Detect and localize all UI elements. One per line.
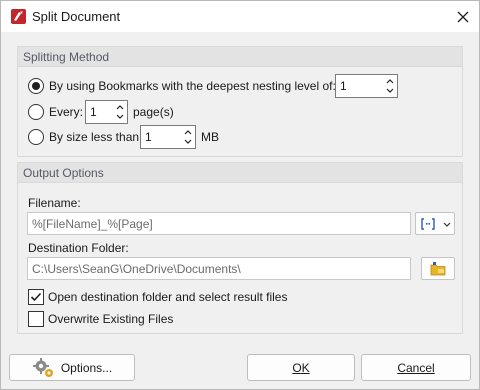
pages-value: 1	[90, 105, 97, 119]
radio-every[interactable]	[28, 104, 44, 120]
filename-field[interactable]: %[FileName]_%[Page]	[27, 212, 411, 235]
splitting-method-heading: Splitting Method	[18, 47, 462, 67]
stepper-arrows-icon[interactable]	[115, 103, 125, 121]
cancel-button-label: Cancel	[397, 360, 435, 375]
output-options-group: Output Options Filename: %[FileName]_%[P…	[17, 162, 463, 334]
filename-value: %[FileName]_%[Page]	[32, 217, 153, 231]
open-folder-label: Open destination folder and select resul…	[48, 290, 288, 304]
size-stepper[interactable]: 1	[140, 125, 196, 149]
filename-label: Filename:	[28, 196, 81, 210]
size-label: By size less than:	[49, 130, 143, 144]
nesting-level-stepper[interactable]: 1	[335, 74, 398, 98]
nesting-level-value: 1	[340, 79, 347, 93]
ok-button-label: OK	[292, 360, 310, 375]
folder-icon	[430, 262, 446, 276]
overwrite-label: Overwrite Existing Files	[48, 312, 174, 326]
output-options-heading: Output Options	[18, 163, 462, 183]
overwrite-checkbox[interactable]	[28, 311, 44, 327]
window-title: Split Document	[32, 9, 121, 24]
split-document-dialog: Split Document Splitting Method By using…	[0, 0, 480, 390]
ok-button[interactable]: OK	[247, 354, 355, 381]
every-label: Every:	[49, 105, 84, 119]
stepper-arrows-icon[interactable]	[183, 128, 193, 146]
radio-size[interactable]	[28, 129, 44, 145]
pages-suffix: page(s)	[133, 105, 174, 119]
title-bar: Split Document	[1, 1, 479, 32]
radio-bookmarks[interactable]	[28, 78, 44, 94]
size-value: 1	[145, 130, 152, 144]
macro-icon	[421, 218, 435, 230]
destination-value: C:\Users\SeanG\OneDrive\Documents\	[32, 262, 241, 276]
destination-label: Destination Folder:	[28, 241, 129, 255]
pages-stepper[interactable]: 1	[85, 100, 128, 124]
splitting-method-group: Splitting Method By using Bookmarks with…	[17, 46, 463, 157]
size-suffix: MB	[201, 130, 219, 144]
destination-field[interactable]: C:\Users\SeanG\OneDrive\Documents\	[27, 257, 411, 280]
filename-macro-button[interactable]	[415, 212, 455, 235]
cancel-button[interactable]: Cancel	[361, 354, 471, 381]
close-icon	[457, 11, 469, 23]
stepper-arrows-icon[interactable]	[385, 77, 395, 95]
checkmark-icon	[30, 292, 42, 302]
chevron-down-icon	[443, 222, 451, 227]
options-button[interactable]: Options...	[9, 354, 135, 381]
gears-icon	[32, 357, 53, 377]
open-folder-checkbox[interactable]	[28, 289, 44, 305]
pdf-app-icon	[10, 8, 27, 25]
close-button[interactable]	[448, 4, 478, 30]
browse-folder-button[interactable]	[421, 257, 455, 280]
bookmarks-label: By using Bookmarks with the deepest nest…	[49, 79, 336, 93]
options-button-label: Options...	[60, 360, 113, 375]
